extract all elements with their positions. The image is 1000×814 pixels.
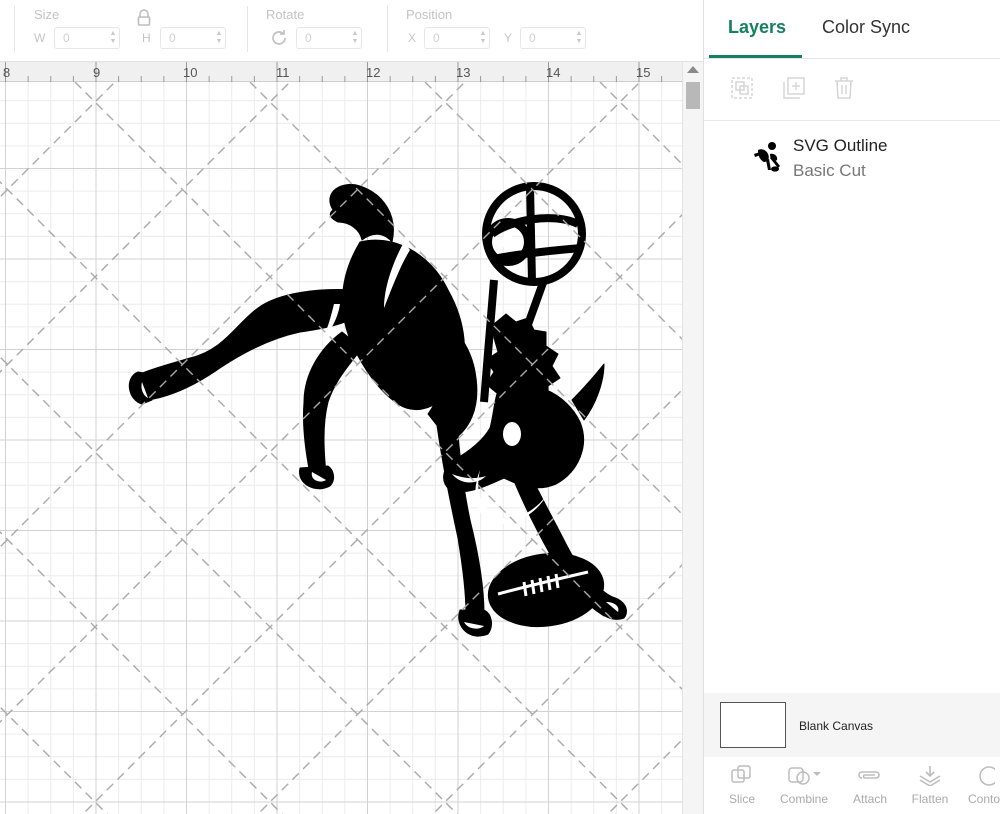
combine-icon xyxy=(788,767,821,785)
layers-panel: Layers Color Sync SVG Outline Basic Cut … xyxy=(703,0,1000,814)
delete-icon[interactable] xyxy=(832,76,856,100)
rotate-stepper[interactable]: ▲ ▼ xyxy=(351,30,359,46)
height-input[interactable]: 0 ▲ ▼ xyxy=(160,27,226,49)
design-space-app: Size W 0 ▲ ▼ H 0 ▲ ▼ Rotate 0 ▲ ▼ Position X 0… xyxy=(0,0,1000,814)
tab-divider xyxy=(704,58,1000,59)
watermark-line xyxy=(0,82,291,373)
ruler-tick-label: 12 xyxy=(366,65,380,80)
slice-label: Slice xyxy=(728,792,755,806)
layer-name: SVG Outline xyxy=(793,136,888,155)
y-label: Y xyxy=(504,31,513,45)
watermark-pattern xyxy=(0,82,682,814)
attach-icon xyxy=(858,771,880,779)
watermark-line xyxy=(599,82,682,165)
watermark-line xyxy=(432,564,682,814)
tab-layers[interactable]: Layers xyxy=(728,17,786,38)
watermark-line xyxy=(0,531,283,814)
ruler-tick-label: 13 xyxy=(456,65,470,80)
design-canvas[interactable] xyxy=(0,82,682,814)
width-value: 0 xyxy=(63,31,70,45)
rotate-group: Rotate 0 ▲ ▼ xyxy=(248,0,386,62)
watermark-line xyxy=(0,82,641,723)
tab-color-sync[interactable]: Color Sync xyxy=(822,17,910,38)
height-value: 0 xyxy=(169,31,176,45)
watermark-line xyxy=(257,389,682,814)
attach-button[interactable]: Attach xyxy=(840,762,900,814)
scroll-up-arrow-icon[interactable] xyxy=(687,66,699,73)
position-label: Position xyxy=(406,7,453,22)
layer-operation[interactable]: Basic Cut xyxy=(793,161,866,181)
combine-label: Combine xyxy=(779,792,829,806)
combine-button[interactable]: Combine xyxy=(774,762,834,814)
y-stepper[interactable]: ▲ ▼ xyxy=(575,30,583,46)
slice-icon xyxy=(731,765,751,783)
scrollbar-thumb[interactable] xyxy=(686,82,700,109)
rotate-icon[interactable] xyxy=(268,27,290,49)
flatten-button[interactable]: Flatten xyxy=(900,762,960,814)
width-label: W xyxy=(34,31,46,45)
x-stepper[interactable]: ▲ ▼ xyxy=(479,30,487,46)
horizontal-ruler: 8 9 10 11 12 13 14 15 xyxy=(0,62,682,82)
canvas-layer-row[interactable]: Blank Canvas xyxy=(704,693,1000,757)
attach-label: Attach xyxy=(852,792,888,806)
y-value: 0 xyxy=(529,31,536,45)
watermark-line xyxy=(0,82,466,548)
flatten-icon xyxy=(919,766,941,786)
layer-item[interactable]: SVG Outline Basic Cut xyxy=(704,130,1000,186)
size-label: Size xyxy=(34,7,60,22)
lock-icon[interactable] xyxy=(137,9,151,27)
ruler-tick-label: 9 xyxy=(93,65,100,80)
edit-toolbar: Size W 0 ▲ ▼ H 0 ▲ ▼ Rotate 0 ▲ ▼ Position X 0… xyxy=(0,0,703,62)
contour-button[interactable]: Contour xyxy=(958,762,1000,814)
ruler-tick-label: 15 xyxy=(636,65,650,80)
ruler-tick-label: 11 xyxy=(276,65,290,80)
layer-thumbnail-icon xyxy=(750,140,784,174)
position-group: Position X 0 ▲ ▼ Y 0 ▲ ▼ xyxy=(388,0,588,62)
ruler-ticks: 8 9 10 11 12 13 14 15 xyxy=(3,62,663,82)
duplicate-icon[interactable] xyxy=(782,76,806,100)
x-value: 0 xyxy=(433,31,440,45)
canvas-color-swatch[interactable] xyxy=(720,702,786,748)
x-label: X xyxy=(408,31,417,45)
watermark-line xyxy=(424,82,682,340)
y-input[interactable]: 0 ▲ ▼ xyxy=(520,27,586,49)
rotate-input[interactable]: 0 ▲ ▼ xyxy=(296,27,362,49)
group-icon[interactable] xyxy=(730,76,754,100)
width-stepper[interactable]: ▲ ▼ xyxy=(109,30,117,46)
watermark-line xyxy=(0,356,458,814)
flatten-label: Flatten xyxy=(911,792,949,806)
width-input[interactable]: 0 ▲ ▼ xyxy=(54,27,120,49)
vertical-scrollbar[interactable] xyxy=(682,62,703,814)
rotate-label: Rotate xyxy=(266,7,305,22)
size-group: Size W 0 ▲ ▼ H 0 ▲ ▼ xyxy=(0,0,245,62)
contour-icon xyxy=(978,766,995,786)
height-stepper[interactable]: ▲ ▼ xyxy=(215,30,223,46)
slice-button[interactable]: Slice xyxy=(712,762,772,814)
x-input[interactable]: 0 ▲ ▼ xyxy=(424,27,490,49)
watermark-line xyxy=(82,214,682,814)
ruler-tick-label: 8 xyxy=(3,65,10,80)
watermark-line xyxy=(607,739,682,814)
toolbar-divider xyxy=(14,6,15,52)
contour-label: Contour xyxy=(968,792,1000,806)
ruler-tick-label: 14 xyxy=(546,65,560,80)
height-label: H xyxy=(142,31,151,45)
watermark-line xyxy=(0,181,633,814)
watermark-line xyxy=(249,82,682,515)
canvas-label: Blank Canvas xyxy=(799,719,874,733)
watermark-line xyxy=(74,82,682,690)
layer-tools-divider xyxy=(704,120,1000,121)
ruler-tick-label: 10 xyxy=(183,65,197,80)
rotate-value: 0 xyxy=(305,31,312,45)
